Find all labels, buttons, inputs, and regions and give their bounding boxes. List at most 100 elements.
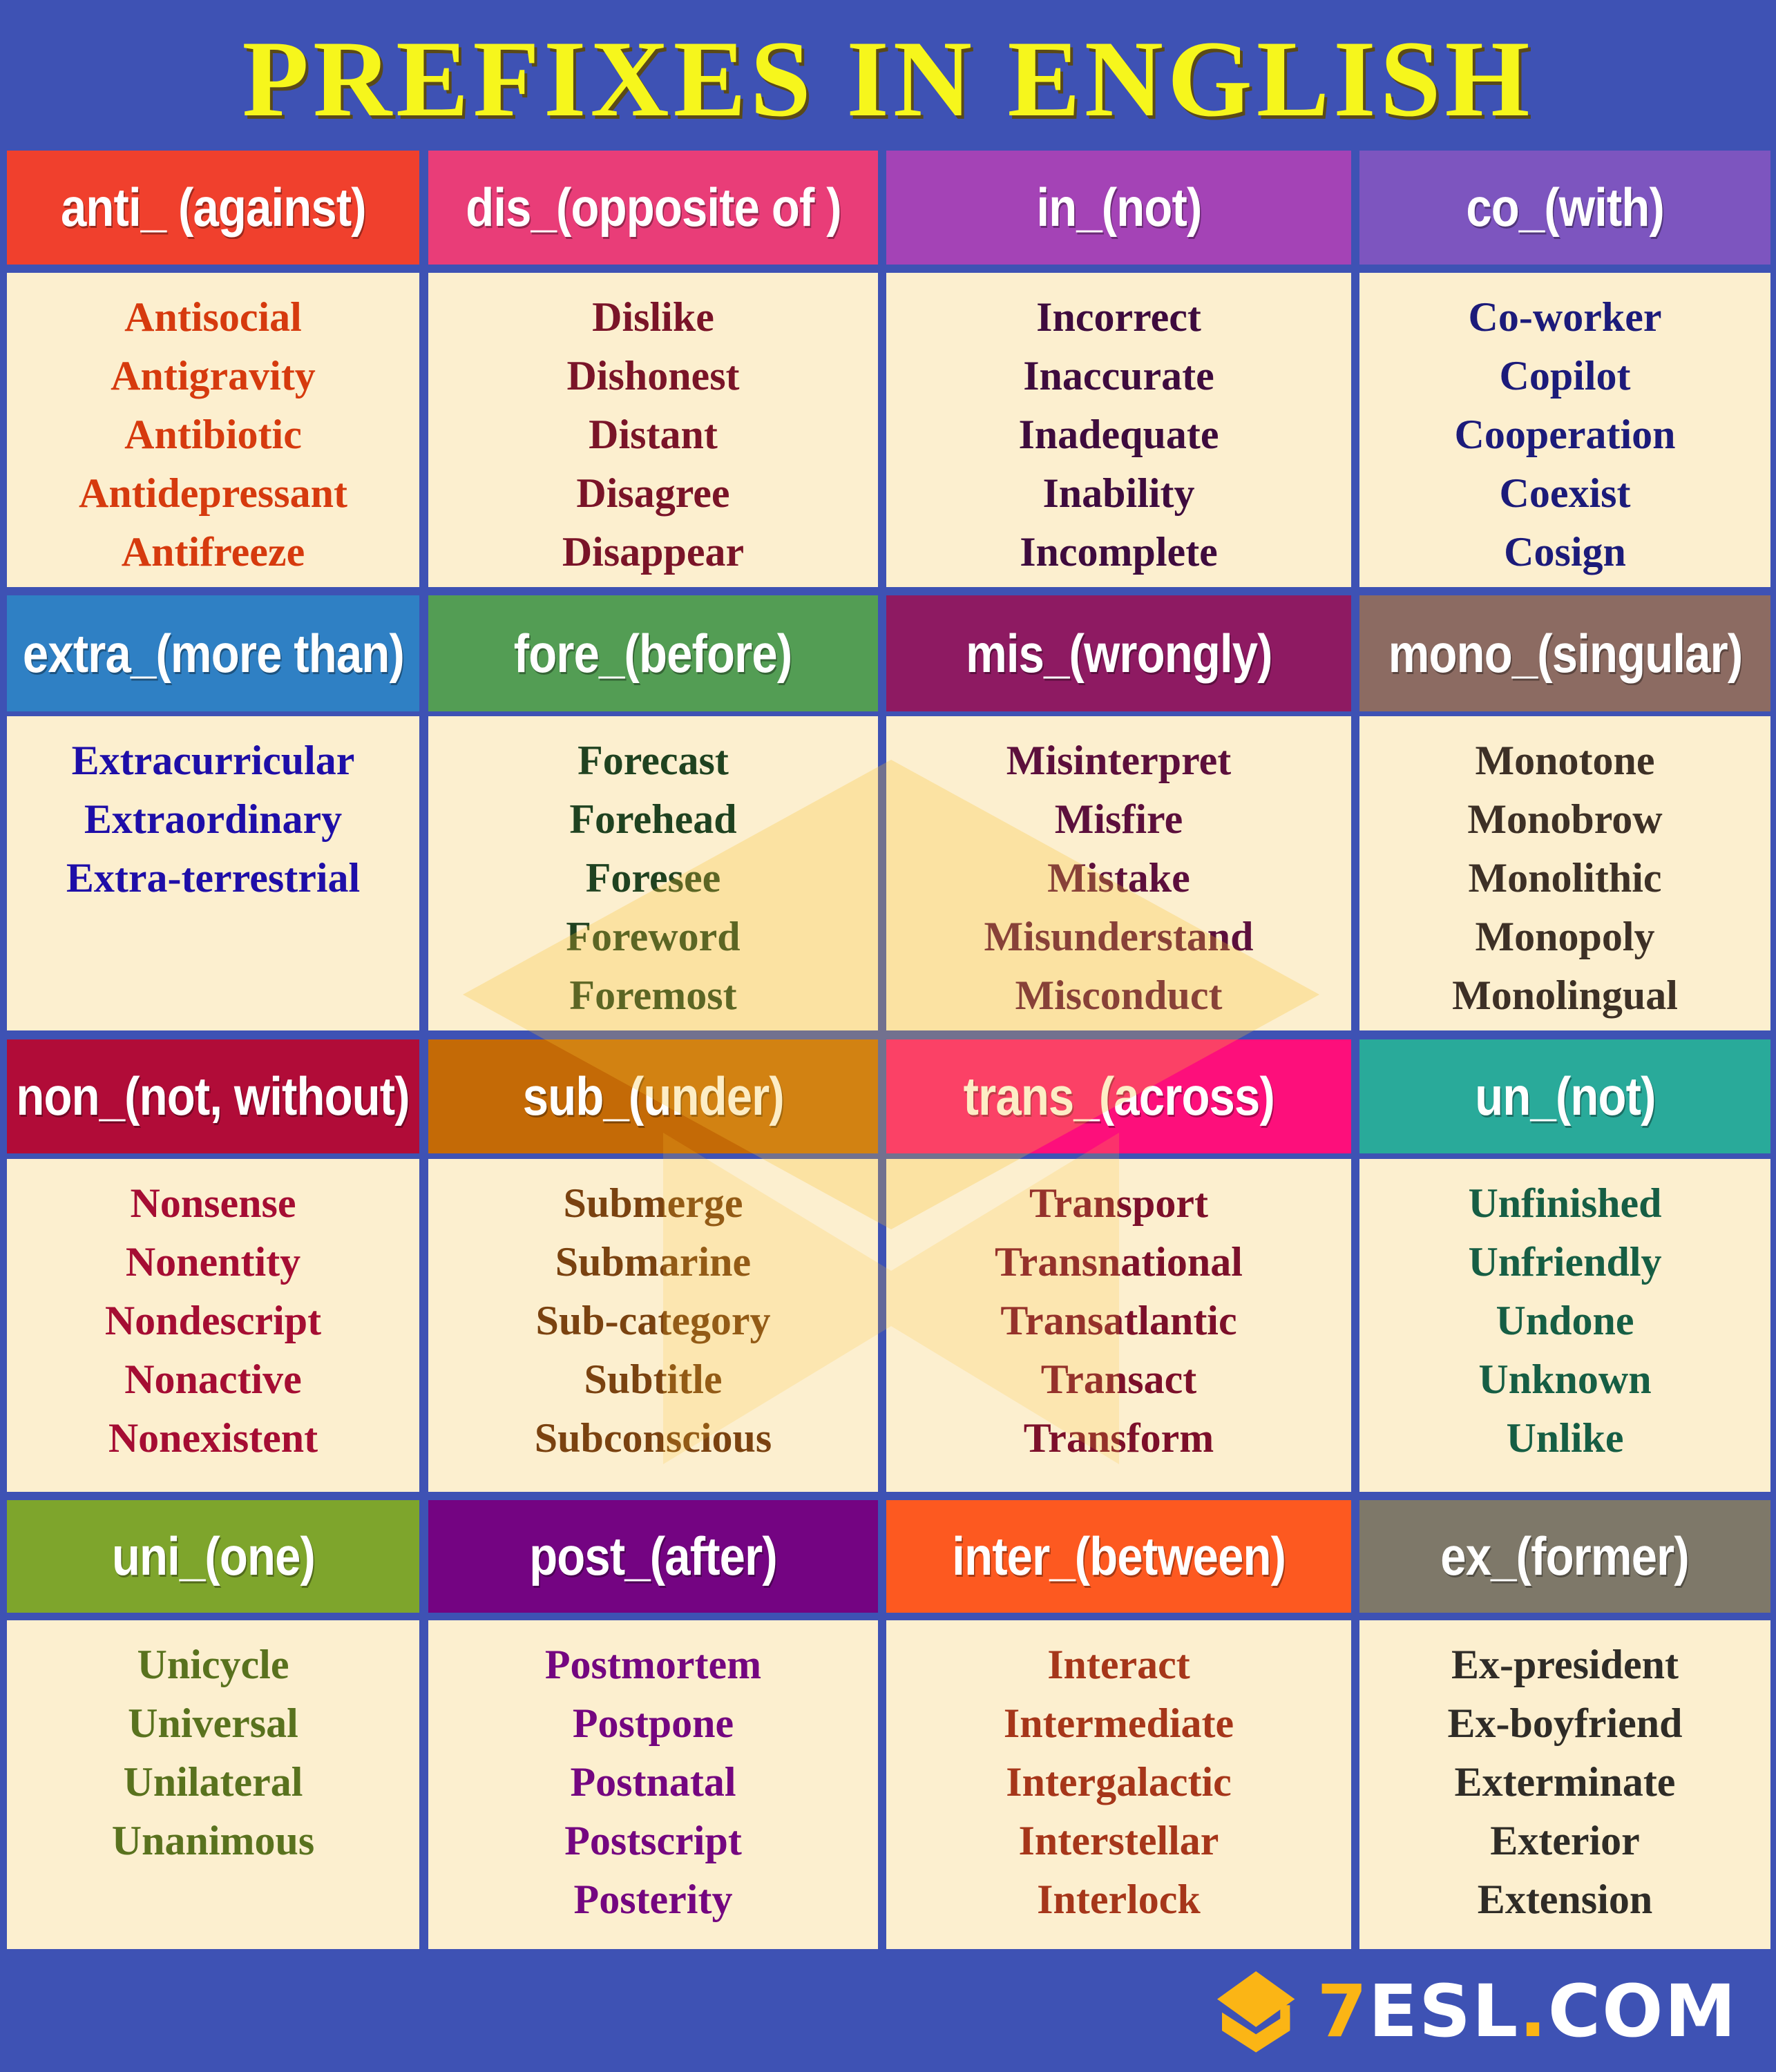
prefix-header-label: inter_(between) [952,1526,1286,1586]
prefix-word-list: Unicycle Universal Unilateral Unanimous [7,1620,419,1949]
prefix-word-list: Dislike Dishonest Distant Disagree Disappear [428,273,878,587]
example-word: Misinterpret [1006,738,1232,783]
prefix-header-label: post_(after) [529,1526,778,1586]
prefix-word-list: Transport Transnational Transatlantic Trans… [886,1159,1351,1492]
prefix-word-list: Incorrect Inaccurate Inadequate Inability In… [886,273,1351,587]
logo-text: 7ESL.COM [1317,1969,1737,2053]
prefix-header-label: fore_(before) [514,622,792,684]
logo-esl: ESL [1368,1969,1520,2053]
example-word: Unfriendly [1468,1239,1662,1285]
example-word: Nonactive [124,1356,302,1402]
graduation-cap-icon [1217,1971,1295,2053]
prefix-header: ex_(former) [1359,1500,1770,1613]
prefix-header-label: non_(not, without) [16,1066,410,1126]
example-word: Copilot [1499,353,1631,399]
prefix-header-label: mis_(wrongly) [965,622,1272,684]
example-word: Forehead [569,796,737,842]
example-word: Misfire [1054,796,1183,842]
example-word: Transact [1040,1356,1197,1402]
example-word: Monopoly [1475,914,1655,959]
example-word: Unfinished [1468,1180,1662,1226]
prefix-word-list: Submerge Submarine Sub-category Subtitle Sub… [428,1159,878,1492]
prefix-header-label: uni_(one) [111,1526,315,1586]
prefix-header-label: un_(not) [1474,1066,1656,1126]
prefix-header-label: mono_(singular) [1388,622,1742,684]
prefix-header: anti_ (against) [7,151,419,265]
prefix-header-label: ex_(former) [1440,1526,1690,1586]
example-word: Inability [1042,470,1195,516]
example-word: Cosign [1504,529,1626,575]
example-word: Antibiotic [124,412,302,457]
example-word: Unanimous [111,1818,315,1863]
example-word: Subconscious [534,1415,772,1461]
example-word: Foremost [569,972,737,1018]
prefix-header-label: co_(with) [1466,177,1665,238]
example-word: Inadequate [1018,412,1219,457]
prefix-header: dis_(opposite of ) [428,151,878,265]
example-word: Extra-terrestrial [66,855,361,901]
prefix-word-list: Misinterpret Misfire Mistake Misunderstand M… [886,716,1351,1030]
example-word: Ex-boyfriend [1447,1700,1683,1746]
prefix-header: post_(after) [428,1500,878,1613]
example-word: Unlike [1506,1415,1624,1461]
example-word: Distant [589,412,718,457]
prefix-header-label: trans_(across) [963,1066,1274,1126]
example-word: Nonsense [130,1180,296,1226]
example-word: Ex-president [1451,1642,1679,1687]
prefix-word-list: Antisocial Antigravity Antibiotic Antidepre… [7,273,419,587]
example-word: Postscript [564,1818,742,1863]
example-word: Intergalactic [1006,1759,1232,1805]
prefix-word-list: Co-worker Copilot Cooperation Coexist Cosign [1359,273,1770,587]
example-word: Extension [1477,1877,1653,1922]
prefix-word-list: Ex-president Ex-boyfriend Exterminate Exter… [1359,1620,1770,1949]
example-word: Mistake [1047,855,1190,901]
example-word: Postnatal [570,1759,736,1805]
example-word: Transform [1023,1415,1214,1461]
example-word: Exterior [1490,1818,1640,1863]
prefix-header-label: anti_ (against) [60,177,367,238]
example-word: Antifreeze [121,529,305,575]
example-word: Postmortem [544,1642,762,1687]
prefix-header-label: extra_(more than) [22,622,405,684]
prefix-word-list: Forecast Forehead Foresee Foreword Foremost [428,716,878,1030]
example-word: Antisocial [124,294,302,340]
prefix-header-label: dis_(opposite of ) [465,177,841,238]
example-word: Incorrect [1036,294,1201,340]
logo[interactable]: 7ESL.COM [1212,1963,1737,2060]
prefix-header: non_(not, without) [7,1039,419,1153]
prefix-header: extra_(more than) [7,595,419,711]
example-word: Foreword [566,914,741,959]
prefix-header: un_(not) [1359,1039,1770,1153]
example-word: Misconduct [1015,972,1223,1018]
prefix-word-list: Nonsense Nonentity Nondescript Nonactive Non… [7,1159,419,1492]
example-word: Antidepressant [79,470,347,516]
prefix-word-list: Monotone Monobrow Monolithic Monopoly Monoli… [1359,716,1770,1030]
example-word: Disagree [576,470,730,516]
example-word: Nonentity [125,1239,301,1285]
example-word: Submarine [555,1239,752,1285]
example-word: Antigravity [111,353,316,399]
prefix-header: uni_(one) [7,1500,419,1613]
example-word: Transport [1029,1180,1208,1226]
example-word: Posterity [573,1877,733,1922]
prefix-grid: anti_ (against) Antisocial Antigravity Anti… [0,0,1776,2072]
example-word: Unilateral [123,1759,303,1805]
example-word: Universal [128,1700,298,1746]
prefix-word-list: Extracurricular Extraordinary Extra-terres… [7,716,419,1030]
logo-seven: 7 [1317,1969,1369,2053]
prefix-header-label: in_(not) [1035,177,1202,238]
example-word: Co-worker [1468,294,1662,340]
prefix-header: mis_(wrongly) [886,595,1351,711]
example-word: Sub-category [535,1298,771,1343]
prefix-header-label: sub_(under) [522,1066,784,1126]
example-word: Monolingual [1452,972,1678,1018]
example-word: Foresee [585,855,721,901]
example-word: Subtitle [584,1356,723,1402]
example-word: Undone [1496,1298,1634,1343]
example-word: Extracurricular [71,738,355,783]
example-word: Interstellar [1018,1818,1219,1863]
example-word: Interact [1047,1642,1190,1687]
prefix-header: fore_(before) [428,595,878,711]
example-word: Disappear [562,529,745,575]
example-word: Monolithic [1468,855,1662,901]
